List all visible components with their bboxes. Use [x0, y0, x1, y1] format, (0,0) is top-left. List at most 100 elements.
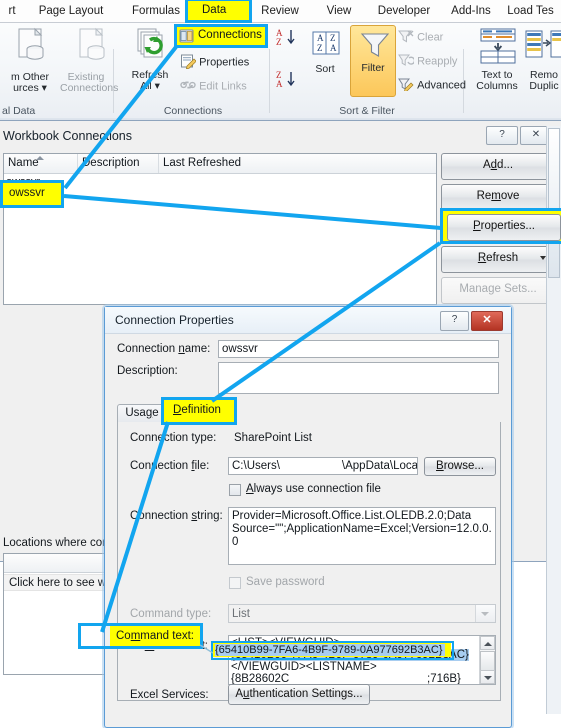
- reapply-filter-button[interactable]: Reapply: [398, 53, 457, 70]
- tab-definition[interactable]: Definition: [171, 402, 233, 423]
- scroll-up-arrow[interactable]: [480, 636, 495, 650]
- ribbon-body: m Other urces ▾ Existing Connections Ref…: [0, 22, 561, 120]
- svg-text:Z: Z: [317, 43, 323, 53]
- scrollbar-thumb[interactable]: [548, 128, 560, 278]
- properties-icon: [180, 53, 197, 72]
- svg-text:Z: Z: [276, 37, 282, 47]
- column-header-name[interactable]: Name: [4, 154, 78, 173]
- link-icon: [180, 77, 196, 96]
- description-input[interactable]: [218, 362, 499, 394]
- locations-label: Locations where con: [3, 537, 109, 549]
- sort-ascending-icon: [36, 156, 44, 160]
- command-type-select[interactable]: List: [228, 604, 496, 623]
- from-other-sources-button[interactable]: m Other urces ▾: [0, 27, 60, 94]
- group-separator: [269, 49, 270, 113]
- existing-connections-button[interactable]: Existing Connections: [60, 27, 118, 94]
- ribbon-tab-rt[interactable]: rt: [0, 0, 24, 22]
- manage-sets-button[interactable]: Manage Sets...: [441, 277, 555, 304]
- command-text-line-selected: {65410B99-7FA6-4B9F-9789-0A977692B3AC}: [231, 649, 469, 661]
- sort-za-icon: ZA: [276, 70, 295, 89]
- connection-file-value-right: \AppData\Local\Micr: [341, 460, 418, 472]
- sort-button[interactable]: AZZA Sort: [304, 29, 346, 75]
- scrollbar-thumb[interactable]: [480, 651, 495, 671]
- ribbon-tab-label: Page Layout: [38, 5, 104, 17]
- text-to-columns-button[interactable]: Text to Columns: [470, 27, 524, 92]
- connections-list[interactable]: Name Description Last Refreshed owssvr: [3, 153, 437, 305]
- svg-text:A: A: [317, 33, 324, 43]
- refresh-all-button[interactable]: Refresh All ▾: [122, 27, 178, 92]
- connections-list-header: Name Description Last Refreshed: [4, 154, 436, 174]
- connection-file-label: Connection file:: [130, 460, 210, 472]
- connection-name-input[interactable]: [218, 340, 499, 358]
- edit-links-button[interactable]: Edit Links: [180, 77, 247, 96]
- sort-az-icon: AZ: [276, 28, 295, 47]
- ribbon-tab-formulas[interactable]: Formulas: [120, 0, 192, 22]
- svg-text:A: A: [330, 43, 337, 53]
- ribbon-tab-developer[interactable]: Developer: [366, 0, 442, 22]
- sort-icon: AZZA: [304, 29, 346, 64]
- ribbon-tab-data[interactable]: Data: [186, 0, 252, 22]
- ribbon-tab-review[interactable]: Review: [250, 0, 310, 22]
- connection-string-input[interactable]: Provider=Microsoft.Office.List.OLEDB.2.0…: [228, 507, 496, 565]
- always-use-connection-file-checkbox[interactable]: [229, 484, 241, 496]
- from-other-sources-icon: [0, 27, 60, 72]
- connection-properties-help-button[interactable]: ?: [440, 311, 469, 331]
- sort-ascending-button[interactable]: AZ: [276, 27, 300, 50]
- connections-label: Connections: [199, 32, 261, 45]
- workbook-connections-title: Workbook Connections: [3, 129, 133, 143]
- column-header-description[interactable]: Description: [78, 154, 159, 173]
- properties-label: Properties: [199, 56, 250, 69]
- connection-properties-title: Connection Properties: [115, 313, 234, 327]
- column-header-last-refreshed[interactable]: Last Refreshed: [159, 154, 436, 173]
- command-text-label: Command text:: [130, 640, 208, 652]
- table-row[interactable]: owssvr: [6, 176, 40, 188]
- group-label-connections: Connections: [163, 105, 223, 117]
- save-password-checkbox[interactable]: [229, 577, 241, 589]
- remove-connection-button[interactable]: Remove: [441, 184, 555, 211]
- connections-button[interactable]: Connections: [180, 29, 260, 48]
- ribbon-tab-page-layout[interactable]: Page Layout: [28, 0, 114, 22]
- group-label-data: al Data: [2, 105, 36, 117]
- filter-label: Filter: [361, 62, 385, 74]
- command-text-scrollbar[interactable]: [479, 636, 495, 684]
- refresh-connection-button[interactable]: Refresh: [441, 246, 555, 273]
- description-label: Description:: [117, 365, 178, 377]
- advanced-filter-button[interactable]: Advanced: [398, 77, 466, 94]
- command-type-dropdown-arrow[interactable]: [475, 605, 495, 622]
- clear-filter-button[interactable]: Clear: [397, 29, 443, 46]
- command-text-line: </VIEWGUID><LISTNAME>: [231, 661, 377, 673]
- ribbon-tab-add-ins[interactable]: Add-Ins: [440, 0, 502, 22]
- svg-text:Z: Z: [330, 33, 336, 43]
- add-connection-button[interactable]: Add...: [441, 153, 555, 180]
- sort-descending-button[interactable]: ZA: [276, 69, 300, 92]
- connection-properties-button[interactable]: Properties: [180, 53, 249, 72]
- excel-ribbon: rt Page Layout Formulas Data Review View…: [0, 0, 561, 120]
- chevron-down-icon: [484, 676, 492, 680]
- connection-properties-tabs: Usage Definition: [117, 402, 499, 423]
- group-separator: [113, 49, 114, 113]
- worksheet-vertical-scrollbar[interactable]: [546, 126, 561, 714]
- connection-file-value-left: C:\Users\: [232, 460, 280, 472]
- workbook-connections-help-button[interactable]: ?: [486, 126, 518, 145]
- connection-properties-close-button[interactable]: ✕: [471, 311, 503, 331]
- authentication-settings-button[interactable]: Authentication Settings...: [228, 684, 370, 705]
- chevron-up-icon: [484, 642, 492, 646]
- ribbon-tab-load-test[interactable]: Load Tes: [500, 0, 561, 22]
- remove-duplicates-button[interactable]: Remo Duplic: [524, 27, 561, 92]
- command-text-line: <LIST><VIEWGUID>: [231, 637, 341, 649]
- refresh-all-label: Refresh All ▾: [131, 69, 169, 92]
- ribbon-tab-view[interactable]: View: [312, 0, 366, 22]
- connection-properties-dialog-button[interactable]: Properties...: [441, 215, 555, 242]
- ribbon-tab-label: View: [326, 5, 352, 17]
- filter-button[interactable]: Filter: [350, 25, 396, 97]
- tab-usage[interactable]: Usage: [117, 404, 167, 423]
- text-to-columns-label: Text to Columns: [476, 69, 518, 92]
- browse-button[interactable]: Browse...: [424, 457, 496, 476]
- connection-properties-dialog: Connection Properties ? ✕ Connection nam…: [104, 306, 512, 728]
- definition-tab-panel: Connection type: SharePoint List Connect…: [117, 422, 501, 705]
- connection-file-input[interactable]: C:\Users\ \AppData\Local\Micr: [228, 457, 418, 475]
- always-use-connection-file-label: Always use connection file: [246, 483, 381, 495]
- remove-duplicates-icon: [524, 27, 561, 70]
- scroll-down-arrow[interactable]: [480, 670, 495, 684]
- command-text-input[interactable]: <LIST><VIEWGUID> {65410B99-7FA6-4B9F-978…: [228, 635, 496, 685]
